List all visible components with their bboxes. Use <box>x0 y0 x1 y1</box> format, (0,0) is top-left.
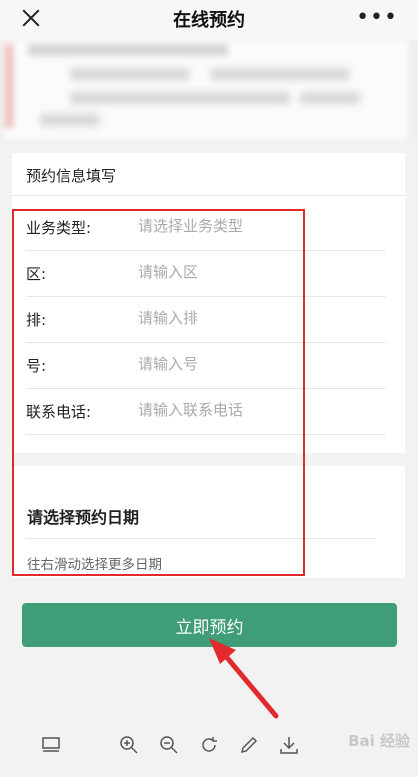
business-type-select[interactable] <box>138 214 378 238</box>
appointment-form-card: 预约信息填写 业务类型: 区: 排: 号: 联系电话: <box>12 153 405 453</box>
phone-label: 联系电话: <box>26 403 92 421</box>
form-section-title: 预约信息填写 <box>26 167 117 185</box>
download-icon[interactable] <box>278 734 300 756</box>
row-label: 排: <box>26 311 47 329</box>
area-input[interactable] <box>138 260 378 284</box>
date-selection-card[interactable]: 请选择预约日期 往右滑动选择更多日期 <box>12 466 405 578</box>
area-label: 区: <box>26 265 47 283</box>
rotate-icon[interactable] <box>198 734 220 756</box>
date-scroll-hint: 往右滑动选择更多日期 <box>27 557 162 573</box>
book-now-button[interactable]: 立即预约 <box>22 603 397 647</box>
divider <box>12 195 405 196</box>
divider <box>26 538 376 539</box>
blurred-content <box>0 40 418 142</box>
edit-icon[interactable] <box>238 734 260 756</box>
more-options-icon[interactable]: ••• <box>356 5 398 30</box>
title-bar: 在线预约 ••• <box>0 0 418 40</box>
number-row: 号: <box>26 342 386 389</box>
layout-icon[interactable] <box>40 734 62 756</box>
zoom-out-icon[interactable] <box>158 734 180 756</box>
phone-input[interactable] <box>138 398 378 422</box>
business-type-row: 业务类型: <box>26 204 386 251</box>
number-input[interactable] <box>138 352 378 376</box>
number-label: 号: <box>26 357 47 375</box>
row-input[interactable] <box>138 306 378 330</box>
business-type-label: 业务类型: <box>26 219 92 237</box>
phone-row: 联系电话: <box>26 388 386 435</box>
watermark: Bai 经验 <box>348 732 410 750</box>
row-number-row: 排: <box>26 296 386 343</box>
date-section-title: 请选择预约日期 <box>27 508 140 527</box>
zoom-in-icon[interactable] <box>118 734 140 756</box>
area-row: 区: <box>26 250 386 297</box>
